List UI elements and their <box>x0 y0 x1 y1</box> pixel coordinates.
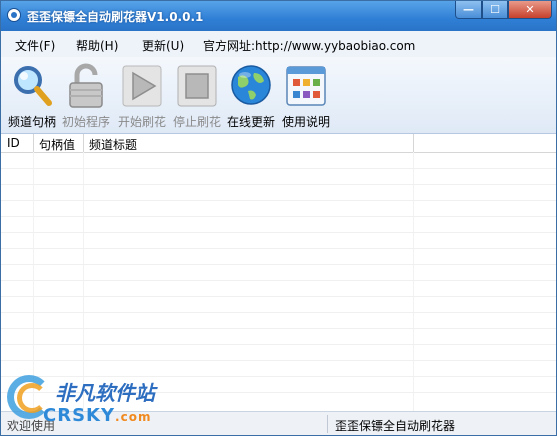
grid-line <box>1 168 556 169</box>
column-header-title[interactable]: 频道标题 <box>89 136 137 153</box>
grid-line <box>1 232 556 233</box>
globe-icon <box>231 65 271 105</box>
unlock-icon <box>69 63 103 108</box>
minimize-button[interactable]: — <box>455 1 482 19</box>
toolbar-label: 使用说明 <box>281 115 330 129</box>
toolbar-online-update-button[interactable]: 在线更新 <box>224 61 278 131</box>
toolbar-label: 开始刷花 <box>117 115 166 129</box>
toolbar-help-button[interactable]: 使用说明 <box>279 61 333 131</box>
grid-line <box>1 184 556 185</box>
toolbar-label: 初始程序 <box>61 115 110 129</box>
menu-help[interactable]: 帮助(H) <box>76 37 118 54</box>
close-button[interactable]: ✕ <box>508 1 552 19</box>
maximize-button[interactable]: ☐ <box>482 1 508 19</box>
grid-line <box>1 280 556 281</box>
stop-icon <box>177 65 217 107</box>
column-divider[interactable] <box>33 134 34 152</box>
list-header: ID 句柄值 频道标题 <box>1 134 556 153</box>
grid-line <box>1 248 556 249</box>
toolbar-label: 频道句柄 <box>7 115 56 129</box>
grid-line <box>1 344 556 345</box>
menu-update[interactable]: 更新(U) <box>142 37 184 54</box>
toolbar: 频道句柄 初始程序 开始刷花 停止刷花 在线更新 使用说明 <box>1 57 556 134</box>
toolbar-init-program-button[interactable]: 初始程序 <box>59 61 113 131</box>
menu-file[interactable]: 文件(F) <box>15 37 55 54</box>
watermark-domain: .com <box>115 410 152 424</box>
channel-list[interactable]: ID 句柄值 频道标题 <box>1 134 556 411</box>
grid-line <box>1 296 556 297</box>
column-header-handle[interactable]: 句柄值 <box>39 136 75 153</box>
watermark-brand: CRSKY <box>43 405 116 426</box>
app-shield-icon <box>7 8 21 22</box>
grid-line <box>1 264 556 265</box>
column-header-id[interactable]: ID <box>7 136 20 150</box>
grid-line <box>1 328 556 329</box>
toolbar-label: 在线更新 <box>226 115 275 129</box>
watermark-cn-text: 非凡软件站 <box>55 381 155 405</box>
window-grid-icon <box>286 66 326 106</box>
toolbar-label: 停止刷花 <box>172 115 221 129</box>
watermark-en-text: CRSKY.com <box>43 405 151 426</box>
toolbar-start-button[interactable]: 开始刷花 <box>115 61 169 131</box>
column-divider[interactable] <box>83 134 84 152</box>
menu-bar: 文件(F) 帮助(H) 更新(U) 官方网址:http://www.yybaob… <box>1 31 556 57</box>
toolbar-channel-handle-button[interactable]: 频道句柄 <box>5 61 59 131</box>
title-bar[interactable]: 歪歪保镖全自动刷花器V1.0.0.1 — ☐ ✕ <box>1 1 556 31</box>
toolbar-stop-button[interactable]: 停止刷花 <box>170 61 224 131</box>
grid-line <box>1 200 556 201</box>
play-icon <box>122 65 162 107</box>
grid-line <box>1 360 556 361</box>
grid-line <box>413 152 414 411</box>
menu-website[interactable]: 官方网址:http://www.yybaobiao.com <box>203 37 415 54</box>
watermark-logo: 非凡软件站 CRSKY.com <box>3 373 163 433</box>
window-controls: — ☐ ✕ <box>455 1 552 21</box>
column-divider[interactable] <box>413 134 414 152</box>
app-window: 歪歪保镖全自动刷花器V1.0.0.1 — ☐ ✕ 文件(F) 帮助(H) 更新(… <box>0 0 557 436</box>
grid-line <box>1 312 556 313</box>
status-app-name: 歪歪保镖全自动刷花器 <box>335 419 456 433</box>
status-divider <box>327 415 328 433</box>
grid-line <box>1 216 556 217</box>
magnifier-icon <box>14 66 52 106</box>
window-title: 歪歪保镖全自动刷花器V1.0.0.1 <box>27 10 204 24</box>
